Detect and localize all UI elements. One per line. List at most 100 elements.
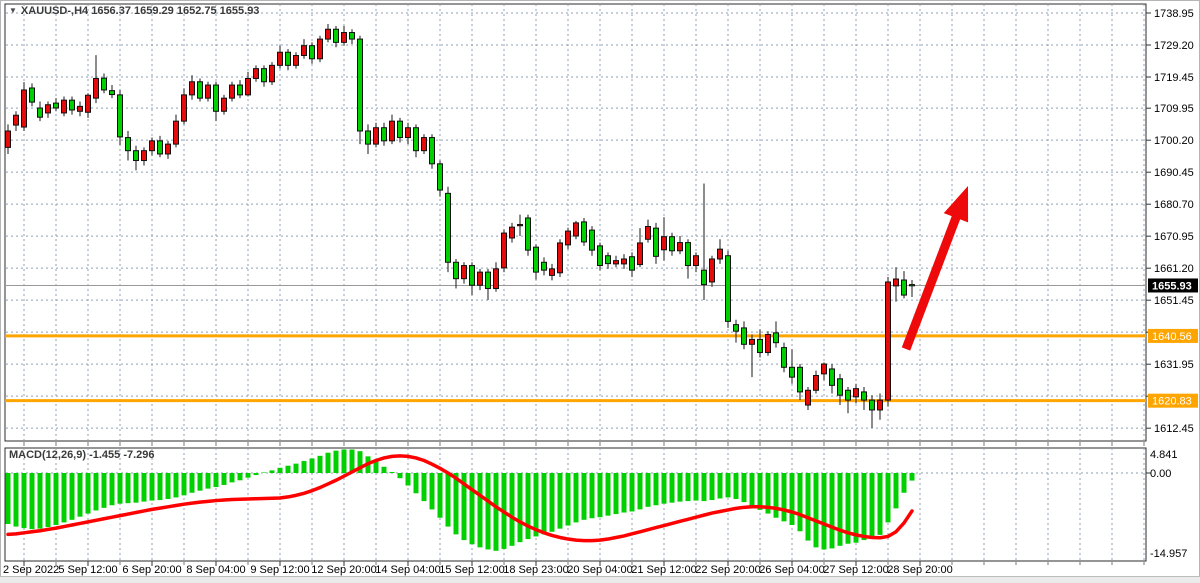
price-axis-label[interactable]: 1680.70 (1154, 199, 1194, 211)
candle-body-bull (478, 272, 483, 285)
time-axis-label[interactable]: 20 Sep 04:00 (567, 564, 632, 576)
time-axis-label[interactable]: 9 Sep 12:00 (250, 564, 309, 576)
macd-histogram-bar (14, 473, 19, 527)
time-axis-label[interactable]: 26 Sep 04:00 (759, 564, 824, 576)
time-axis-label[interactable]: 6 Sep 20:00 (122, 564, 181, 576)
candle-body-bear (30, 88, 35, 102)
time-axis-label[interactable]: 18 Sep 23:00 (503, 564, 568, 576)
candle-body-bull (166, 144, 171, 154)
macd-header: MACD(12,26,9) -1.455 -7.296 (9, 449, 155, 461)
candle-body-bear (830, 369, 835, 385)
candle-body-bear (910, 285, 915, 286)
time-axis-label[interactable]: 15 Sep 12:00 (439, 564, 504, 576)
candle (198, 78, 203, 101)
macd-histogram-bar (94, 473, 99, 510)
macd-histogram-bar (278, 468, 283, 473)
macd-histogram-bar (318, 456, 323, 473)
price-axis-label[interactable]: 1700.20 (1154, 135, 1194, 147)
candle-body-bear (902, 280, 907, 295)
macd-histogram-bar (70, 473, 75, 520)
macd-histogram-bar (654, 473, 659, 505)
price-axis-label[interactable]: 1738.95 (1154, 8, 1194, 20)
time-axis-label[interactable]: 14 Sep 04:00 (375, 564, 440, 576)
macd-histogram-bar (726, 473, 731, 497)
price-chart-svg[interactable]: 1738.95 1729.20 1719.45 1709.95 1700.20 1690.… (0, 0, 1200, 583)
macd-histogram-bar (878, 473, 883, 535)
candle-body-bear (742, 328, 747, 344)
symbol-dropdown-icon[interactable]: ▼ (9, 6, 17, 15)
macd-histogram-bar (854, 473, 859, 543)
resistance-line-label: 1640.56 (1152, 331, 1192, 343)
candle-body-bear (238, 85, 243, 95)
macd-axis-label[interactable]: -14.957 (1150, 548, 1187, 560)
time-axis-label[interactable]: 27 Sep 12:00 (823, 564, 888, 576)
time-axis-label[interactable]: 8 Sep 04:00 (186, 564, 245, 576)
price-axis-label[interactable]: 1690.45 (1154, 167, 1194, 179)
macd-histogram-bar (910, 473, 915, 481)
candle (222, 95, 227, 115)
price-axis-label[interactable]: 1651.45 (1154, 295, 1194, 307)
macd-histogram-bar (414, 473, 419, 493)
candle-body-bull (182, 95, 187, 121)
candle-body-bull (766, 334, 771, 352)
candle-body-bull (814, 376, 819, 391)
macd-histogram-bar (390, 472, 395, 473)
candle-body-bull (278, 52, 283, 65)
macd-histogram-bar (342, 450, 347, 474)
macd-histogram-bar (214, 473, 219, 487)
macd-histogram-bar (822, 473, 827, 549)
candle-body-bear (350, 33, 355, 40)
candle-body-bear (734, 325, 739, 332)
candle-body-bear (582, 222, 587, 242)
time-axis-label[interactable]: 2 Sep 2022 (3, 564, 59, 576)
time-axis-label[interactable]: 28 Sep 20:00 (887, 564, 952, 576)
price-axis-label[interactable]: 1612.45 (1154, 423, 1194, 435)
macd-histogram-bar (142, 473, 147, 502)
time-axis-label[interactable]: 5 Sep 12:00 (58, 564, 117, 576)
macd-histogram-bar (102, 473, 107, 508)
candle-body-bull (462, 266, 467, 279)
macd-histogram-bar (294, 464, 299, 473)
candle-body-bull (62, 100, 67, 113)
macd-histogram-bar (734, 473, 739, 499)
candle-body-bull (566, 231, 571, 245)
macd-histogram-bar (422, 473, 427, 501)
macd-axis-label[interactable]: 0.00 (1150, 468, 1171, 480)
candle-body-bear (526, 218, 531, 250)
price-axis-label[interactable]: 1709.95 (1154, 103, 1194, 115)
time-axis-label[interactable]: 21 Sep 12:00 (631, 564, 696, 576)
time-axis-label[interactable]: 12 Sep 20:00 (311, 564, 376, 576)
candle-body-bull (150, 141, 155, 151)
candle-body-bear (134, 151, 139, 161)
macd-histogram-bar (526, 473, 531, 539)
candle-body-bull (6, 131, 11, 147)
time-axis-label[interactable]: 22 Sep 20:00 (695, 564, 760, 576)
macd-axis-label[interactable]: 4.841 (1150, 449, 1178, 461)
macd-histogram-bar (246, 473, 251, 478)
candle-body-bear (158, 141, 163, 154)
price-axis-label[interactable]: 1729.20 (1154, 40, 1194, 52)
macd-histogram-bar (134, 473, 139, 503)
macd-histogram-bar (798, 473, 803, 531)
macd-histogram-bar (862, 473, 867, 540)
macd-histogram-bar (382, 467, 387, 473)
price-axis-label[interactable]: 1719.45 (1154, 72, 1194, 84)
price-axis-label[interactable]: 1661.20 (1154, 263, 1194, 275)
macd-histogram-bar (86, 473, 91, 514)
candle-body-bear (838, 379, 843, 395)
price-axis-label[interactable]: 1670.95 (1154, 231, 1194, 243)
macd-histogram-bar (158, 473, 163, 500)
candle-body-bull (230, 85, 235, 98)
macd-histogram-bar (150, 473, 155, 501)
candle-body-bull (46, 105, 51, 113)
candle-body-bear (862, 392, 867, 400)
macd-histogram-bar (518, 473, 523, 542)
price-axis-label[interactable]: 1631.95 (1154, 359, 1194, 371)
macd-histogram-bar (62, 473, 67, 522)
candle-body-bear (774, 333, 779, 343)
macd-histogram-bar (838, 473, 843, 546)
candle-body-bull (422, 138, 427, 151)
macd-histogram-bar (582, 473, 587, 520)
macd-histogram-bar (470, 473, 475, 544)
macd-histogram-bar (126, 473, 131, 503)
